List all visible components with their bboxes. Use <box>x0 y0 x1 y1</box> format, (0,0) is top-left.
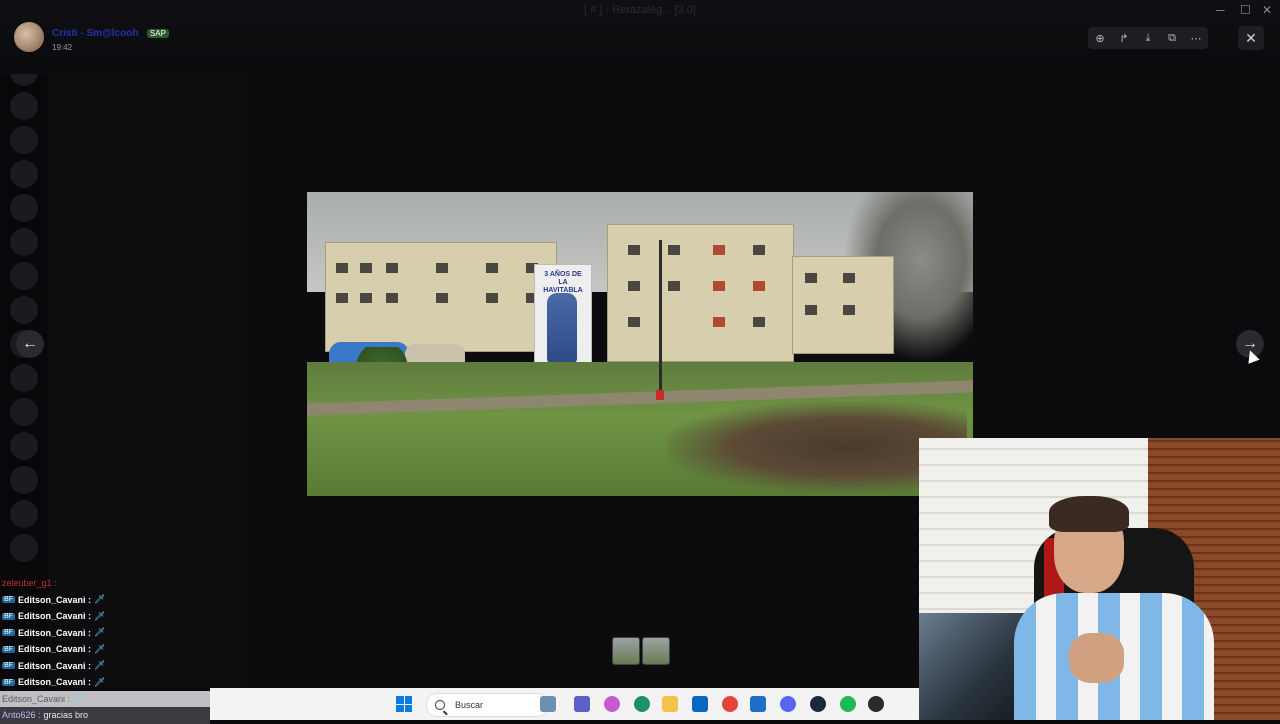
taskbar-search[interactable]: Buscar <box>426 693 548 717</box>
chat-user: Anto626 : <box>2 710 41 721</box>
attachment-image[interactable]: 3 AÑOS DE LA HAVITABLA <box>307 192 973 496</box>
server-icon[interactable] <box>10 296 38 324</box>
server-icon[interactable] <box>10 262 38 290</box>
server-icon[interactable] <box>10 398 38 426</box>
avatar[interactable] <box>14 22 44 52</box>
poster <box>919 613 1024 720</box>
shark-icon[interactable] <box>540 696 556 712</box>
streamer-hand <box>1069 633 1124 683</box>
server-icon[interactable] <box>10 194 38 222</box>
server-icon[interactable] <box>10 160 38 188</box>
spotify-icon[interactable] <box>840 696 856 712</box>
author-info: Cristi - Sm@lcooh SAP 19:42 <box>14 22 169 52</box>
chat-message: 🗡 <box>93 627 106 638</box>
close-viewer-button[interactable]: ✕ <box>1238 26 1264 50</box>
message-timestamp: 19:42 <box>52 42 73 52</box>
server-icon[interactable] <box>10 500 38 528</box>
search-label: Buscar <box>455 700 484 710</box>
chat-badge: BF <box>2 678 15 686</box>
copilot-icon[interactable] <box>604 696 620 712</box>
obs-icon[interactable] <box>868 696 884 712</box>
streamer-hair <box>1049 496 1129 532</box>
chat-line: BF Editson_Cavani : 🗡 <box>0 641 210 658</box>
chat-line: BF Editson_Cavani : 🗡 <box>0 658 210 675</box>
chat-message: 🗡 <box>73 693 85 704</box>
chat-message: 🗡 <box>93 643 106 654</box>
chat-user: Editson_Cavani : <box>17 627 91 638</box>
chat-user: zeleuber_g1 : <box>2 578 57 589</box>
chat-user: Editson_Cavani : <box>17 660 91 671</box>
chat-user: Editson_Cavani : <box>17 677 91 688</box>
server-icon[interactable] <box>10 466 38 494</box>
teams-icon[interactable] <box>574 696 590 712</box>
chat-line: zeleuber_g1 : <box>0 575 210 592</box>
mural-figure <box>547 293 577 363</box>
chat-line: Anto626 : gracias bro <box>0 707 210 724</box>
chat-user: Editson_Cavani : <box>17 594 91 605</box>
viewer-toolbar: ⊕ ↱ ⤓ ⧉ ⋯ <box>1088 27 1208 49</box>
author-name[interactable]: Cristi - Sm@lcooh <box>52 28 138 39</box>
image-lamppost <box>659 240 662 400</box>
chat-message: 🗡 <box>93 676 106 687</box>
chat-badge: BF <box>2 596 15 604</box>
download-icon[interactable]: ⤓ <box>1139 29 1157 47</box>
windows-taskbar: Buscar <box>210 688 919 720</box>
server-icon[interactable] <box>10 228 38 256</box>
window-close-icon[interactable]: ✕ <box>1262 3 1272 17</box>
minimize-icon[interactable]: ─ <box>1216 3 1225 17</box>
image-building <box>325 242 557 352</box>
open-external-icon[interactable]: ⧉ <box>1163 29 1181 47</box>
mural-text: 3 AÑOS DE LA HAVITABLA <box>543 271 583 294</box>
edge-icon[interactable] <box>634 696 650 712</box>
zoom-in-icon[interactable]: ⊕ <box>1091 29 1109 47</box>
thumbnail-image[interactable] <box>642 637 670 665</box>
chat-line: BF Editson_Cavani : 🗡 <box>0 608 210 625</box>
webcam-overlay <box>919 438 1280 720</box>
image-building <box>607 224 794 362</box>
steam-icon[interactable] <box>810 696 826 712</box>
thumbnail-image[interactable] <box>612 637 640 665</box>
chat-user: Editson_Cavani : <box>2 693 71 704</box>
chat-message: 🗡 <box>93 594 106 605</box>
window-title: [ # ] - Rerazaleg... [3.0] <box>584 4 696 16</box>
more-icon[interactable]: ⋯ <box>1187 29 1205 47</box>
chat-line: BF Editson_Cavani : 🗡 <box>0 674 210 691</box>
folder-icon[interactable] <box>662 696 678 712</box>
windows-start-icon[interactable] <box>396 696 412 712</box>
maximize-icon[interactable]: ☐ <box>1240 3 1251 17</box>
chat-line: BF Editson_Cavani : 🗡 <box>0 625 210 642</box>
chat-line: BF Editson_Cavani : 🗡 <box>0 592 210 609</box>
image-lamppost-base <box>656 390 664 400</box>
search-icon <box>435 700 445 710</box>
chat-user: Editson_Cavani : <box>17 611 91 622</box>
chat-user: Editson_Cavani : <box>17 644 91 655</box>
member-list <box>1090 52 1280 442</box>
server-icon[interactable] <box>10 92 38 120</box>
viewer-topbar: [ # ] - Rerazaleg... [3.0] ─ ☐ ✕ Cristi … <box>0 0 1280 74</box>
image-thumbnails <box>612 637 670 665</box>
chat-message: 🗡 <box>93 610 106 621</box>
server-icon[interactable] <box>10 432 38 460</box>
image-building <box>792 256 894 354</box>
server-icon[interactable] <box>10 126 38 154</box>
chat-line-highlighted: Editson_Cavani : 🗡 <box>0 690 210 707</box>
forward-icon[interactable]: ↱ <box>1115 29 1133 47</box>
stream-chat: zeleuber_g1 : BF Editson_Cavani : 🗡 BF E… <box>0 575 210 724</box>
outlook-icon[interactable] <box>750 696 766 712</box>
server-icon[interactable] <box>10 534 38 562</box>
chrome-icon[interactable] <box>722 696 738 712</box>
chat-message: gracias bro <box>43 710 89 721</box>
chat-message: 🗡 <box>93 660 106 671</box>
store-icon[interactable] <box>692 696 708 712</box>
chat-badge: BF <box>2 662 15 670</box>
previous-image-button[interactable]: ← <box>16 330 44 358</box>
server-icon[interactable] <box>10 364 38 392</box>
author-badge: SAP <box>146 28 169 38</box>
chat-badge: BF <box>2 612 15 620</box>
discord-icon[interactable] <box>780 696 796 712</box>
chat-badge: BF <box>2 645 15 653</box>
chat-badge: BF <box>2 629 15 637</box>
